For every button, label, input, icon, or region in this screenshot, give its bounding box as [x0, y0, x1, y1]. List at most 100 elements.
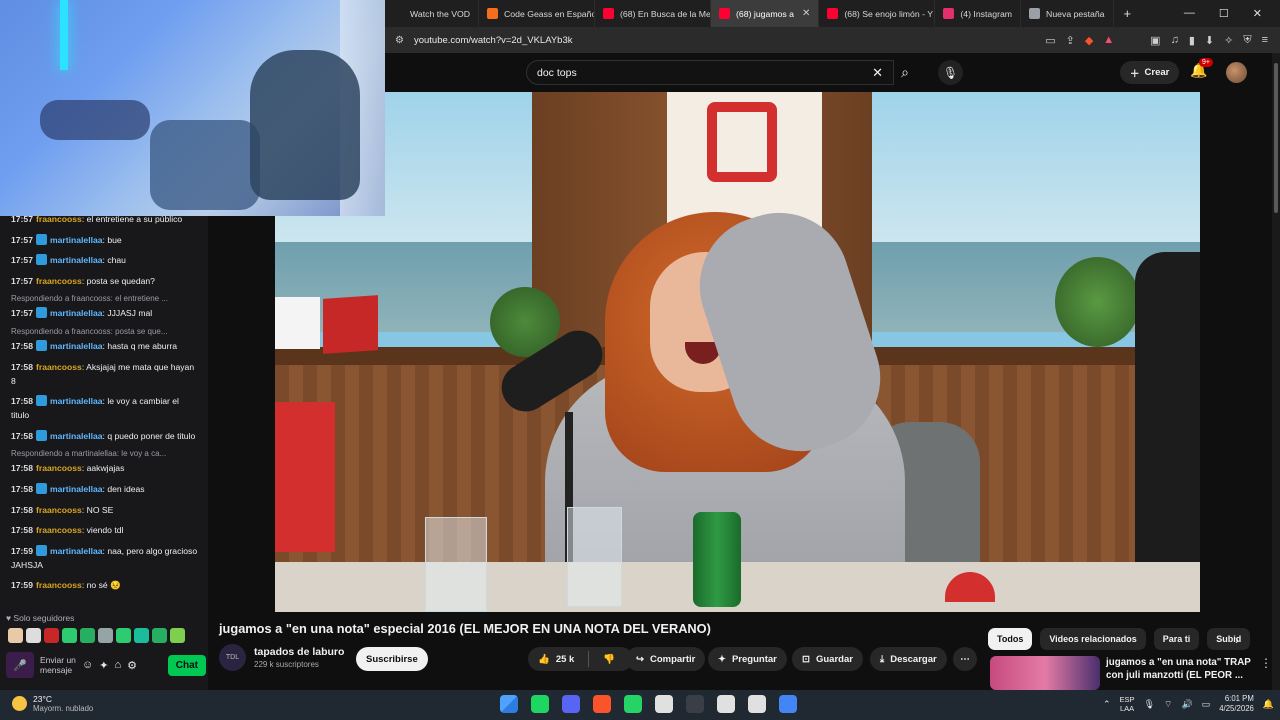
store-icon[interactable]: ⌂ — [114, 659, 121, 671]
taskbar-app-icon[interactable] — [562, 695, 580, 713]
more-actions-icon[interactable]: ⋯ — [953, 647, 977, 671]
volume-icon[interactable]: 🔊 — [1181, 699, 1192, 710]
chat-send-button[interactable]: Chat — [167, 654, 206, 676]
taskbar-app-icon[interactable] — [779, 695, 797, 713]
taskbar-app-icon[interactable] — [686, 695, 704, 713]
dislike-icon[interactable]: 👎 — [603, 654, 615, 665]
share-button[interactable]: ↪ Compartir — [626, 647, 706, 671]
browser-tab[interactable]: Code Geass en Español — [479, 0, 596, 27]
chat-username[interactable]: martinalellaa — [50, 484, 103, 494]
voice-search-icon[interactable]: 🎙 — [938, 60, 963, 85]
chat-username[interactable]: fraancooss — [36, 525, 82, 535]
browser-tab[interactable]: (68) En Busca de la Mej — [595, 0, 712, 27]
chevron-up-icon[interactable]: ⌃ — [1103, 699, 1111, 710]
taskbar-app-icon[interactable] — [655, 695, 673, 713]
channel-name[interactable]: tapados de laburo — [254, 646, 344, 658]
taskbar-app-icon[interactable] — [748, 695, 766, 713]
like-icon[interactable]: 👍 — [538, 654, 550, 665]
chat-input-row[interactable]: 🎤 Enviar un mensaje ☺ ✦ ⌂ ⚙ Chat — [6, 650, 206, 680]
chat-username[interactable]: fraancooss — [36, 505, 82, 515]
brave-shield-icon[interactable]: ◆ — [1085, 34, 1093, 47]
maximize-icon[interactable]: ☐ — [1219, 7, 1229, 20]
clear-search-icon[interactable]: ✕ — [872, 65, 883, 81]
leo-icon[interactable]: ✧ — [1224, 34, 1233, 47]
url-text[interactable]: youtube.com/watch?v=2d_VKLAYb3k — [414, 35, 573, 46]
input-language[interactable]: ESP LAA — [1120, 695, 1135, 713]
subscribe-button[interactable]: Suscribirse — [356, 647, 428, 671]
weather-widget[interactable]: 23°C Mayorm. nublado — [12, 694, 93, 713]
mic-icon[interactable]: 🎤 — [6, 652, 34, 678]
search-icon[interactable]: ⌕ — [888, 60, 922, 85]
sidebar-icon[interactable]: ▮ — [1189, 34, 1195, 47]
notifications-bell-icon[interactable]: 🔔 9+ — [1190, 58, 1213, 79]
settings-icon[interactable]: ⚙ — [127, 659, 137, 672]
rewards-icon[interactable]: ▲ — [1103, 34, 1114, 47]
browser-tab[interactable]: Nueva pestaña — [1021, 0, 1114, 27]
chevron-right-icon[interactable]: › — [1235, 633, 1239, 647]
taskbar-app-icon[interactable] — [624, 695, 642, 713]
wifi-icon[interactable]: ⌔ — [1164, 699, 1172, 710]
related-video-item[interactable]: jugamos a "en una nota" TRAP con juli ma… — [990, 656, 1272, 690]
search-input[interactable]: doc tops ✕ — [526, 60, 894, 85]
download-button[interactable]: ⤓ Descargar — [870, 647, 947, 671]
chat-username[interactable]: martinalellaa — [50, 235, 103, 245]
channel-info[interactable]: TDL tapados de laburo 229 k suscriptores — [219, 644, 344, 671]
chat-username[interactable]: martinalellaa — [50, 341, 103, 351]
bits-icon[interactable]: ✦ — [99, 659, 108, 672]
chat-username[interactable]: martinalellaa — [50, 396, 103, 406]
browser-tab[interactable]: (68) jugamos a ✕ — [711, 0, 820, 27]
related-video-title[interactable]: jugamos a "en una nota" TRAP con juli ma… — [1106, 656, 1254, 690]
address-bar[interactable]: ⚙ youtube.com/watch?v=2d_VKLAYb3k ▭ ⇪ ◆ … — [385, 27, 1280, 53]
ask-button[interactable]: ✦ Preguntar — [708, 647, 787, 671]
page-scrollbar[interactable] — [1272, 53, 1280, 690]
notifications-icon[interactable]: 🔔 — [1263, 699, 1274, 710]
chat-username[interactable]: martinalellaa — [50, 255, 103, 265]
browser-tab[interactable]: (4) Instagram — [935, 0, 1022, 27]
share-icon[interactable]: ⇪ — [1066, 34, 1075, 47]
filter-chip[interactable]: Subid — [1207, 628, 1251, 650]
chat-username[interactable]: fraancooss — [36, 580, 82, 590]
emote-bar[interactable] — [8, 628, 185, 643]
cast-icon[interactable]: ▭ — [1045, 34, 1055, 47]
chat-username[interactable]: fraancooss — [36, 362, 82, 372]
chat-username[interactable]: martinalellaa — [50, 308, 103, 318]
vpn-icon[interactable]: ⛨ — [1243, 34, 1251, 47]
minimize-icon[interactable]: — — [1184, 7, 1195, 20]
menu-icon[interactable]: ≡ — [1262, 34, 1268, 47]
new-tab-button[interactable]: + — [1114, 6, 1142, 21]
search-query-text[interactable]: doc tops — [537, 67, 577, 79]
close-window-icon[interactable]: ✕ — [1253, 7, 1262, 20]
microphone-tray-icon[interactable]: 🎙 — [1144, 699, 1155, 710]
music-icon[interactable]: ♫ — [1171, 34, 1179, 47]
create-button[interactable]: ＋ Crear — [1120, 61, 1180, 84]
battery-icon[interactable]: ▭ — [1202, 699, 1211, 710]
filter-chip[interactable]: Videos relacionados — [1040, 628, 1146, 650]
video-player[interactable] — [275, 92, 1200, 612]
wallet-icon[interactable]: ▣ — [1150, 34, 1160, 47]
chat-username[interactable]: martinalellaa — [50, 431, 103, 441]
browser-tab[interactable]: (68) Se enojo limón - Y — [819, 0, 936, 27]
save-button[interactable]: ⊡ Guardar — [792, 647, 863, 671]
downloads-icon[interactable]: ⬇ — [1205, 34, 1214, 47]
chat-username[interactable]: fraancooss — [36, 276, 82, 286]
site-info-icon[interactable]: ⚙ — [395, 35, 404, 46]
filter-chip[interactable]: Todos — [988, 628, 1033, 650]
browser-tab[interactable]: Watch the VOD — [385, 0, 480, 27]
taskbar-app-icon[interactable] — [593, 695, 611, 713]
filter-chip[interactable]: Para ti — [1153, 628, 1200, 650]
emoji-icon[interactable]: ☺ — [82, 659, 93, 671]
account-avatar[interactable] — [1226, 62, 1247, 83]
like-count[interactable]: 25 k — [556, 654, 575, 665]
related-thumbnail[interactable] — [990, 656, 1100, 690]
taskbar-app-icon[interactable] — [500, 695, 518, 713]
taskbar-app-icon[interactable] — [531, 695, 549, 713]
kebab-menu-icon[interactable]: ⋮ — [1260, 656, 1272, 690]
chat-username[interactable]: fraancooss — [36, 463, 82, 473]
chat-username[interactable]: martinalellaa — [50, 546, 103, 556]
clock[interactable]: 6:01 PM 4/25/2026 — [1219, 694, 1254, 714]
channel-avatar[interactable]: TDL — [219, 644, 246, 671]
close-tab-icon[interactable]: ✕ — [802, 8, 810, 19]
chat-message-input[interactable]: Enviar un mensaje — [40, 655, 76, 675]
like-dislike-group[interactable]: 👍 25 k 👎 — [528, 647, 633, 671]
taskbar-app-icon[interactable] — [717, 695, 735, 713]
